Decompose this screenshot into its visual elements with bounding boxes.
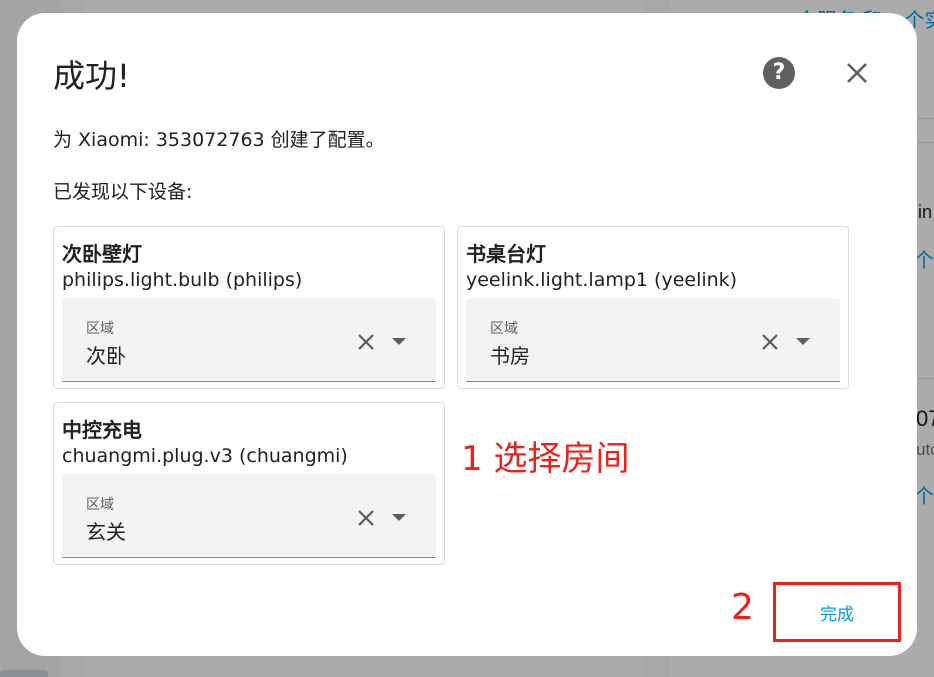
annotation-step2: 2 — [731, 587, 754, 628]
area-select[interactable]: 区域 书房 — [466, 298, 840, 382]
clear-icon[interactable] — [354, 330, 378, 354]
config-created-message: 为 Xiaomi: 353072763 创建了配置。 — [53, 129, 385, 151]
area-value: 书房 — [490, 344, 530, 368]
area-select[interactable]: 区域 次卧 — [62, 298, 436, 382]
clear-icon[interactable] — [354, 506, 378, 530]
device-model: yeelink.light.lamp1 (yeelink) — [466, 269, 738, 291]
close-icon[interactable] — [839, 55, 875, 91]
area-label: 区域 — [490, 321, 518, 337]
device-model: philips.light.bulb (philips) — [62, 269, 303, 291]
dropdown-arrow-icon[interactable] — [392, 514, 406, 521]
device-card: 书桌台灯 yeelink.light.lamp1 (yeelink) 区域 书房 — [457, 226, 849, 389]
area-value: 玄关 — [86, 520, 126, 544]
dropdown-arrow-icon[interactable] — [796, 338, 810, 345]
device-name: 中控充电 — [62, 418, 142, 442]
devices-heading: 已发现以下设备: — [53, 181, 193, 203]
device-name: 书桌台灯 — [466, 242, 546, 266]
device-model: chuangmi.plug.v3 (chuangmi) — [62, 445, 348, 467]
success-dialog: 成功! ? 为 Xiaomi: 353072763 创建了配置。 已发现以下设备… — [17, 13, 917, 656]
area-value: 次卧 — [86, 344, 126, 368]
dialog-title: 成功! — [53, 57, 130, 95]
area-label: 区域 — [86, 497, 114, 513]
area-label: 区域 — [86, 321, 114, 337]
help-icon[interactable]: ? — [763, 57, 795, 89]
device-card: 次卧壁灯 philips.light.bulb (philips) 区域 次卧 — [53, 226, 445, 389]
device-name: 次卧壁灯 — [62, 242, 142, 266]
clear-icon[interactable] — [758, 330, 782, 354]
done-button[interactable]: 完成 — [773, 582, 901, 642]
area-select[interactable]: 区域 玄关 — [62, 474, 436, 558]
device-card: 中控充电 chuangmi.plug.v3 (chuangmi) 区域 玄关 — [53, 402, 445, 565]
dropdown-arrow-icon[interactable] — [392, 338, 406, 345]
annotation-step1: 1 选择房间 — [461, 439, 630, 479]
